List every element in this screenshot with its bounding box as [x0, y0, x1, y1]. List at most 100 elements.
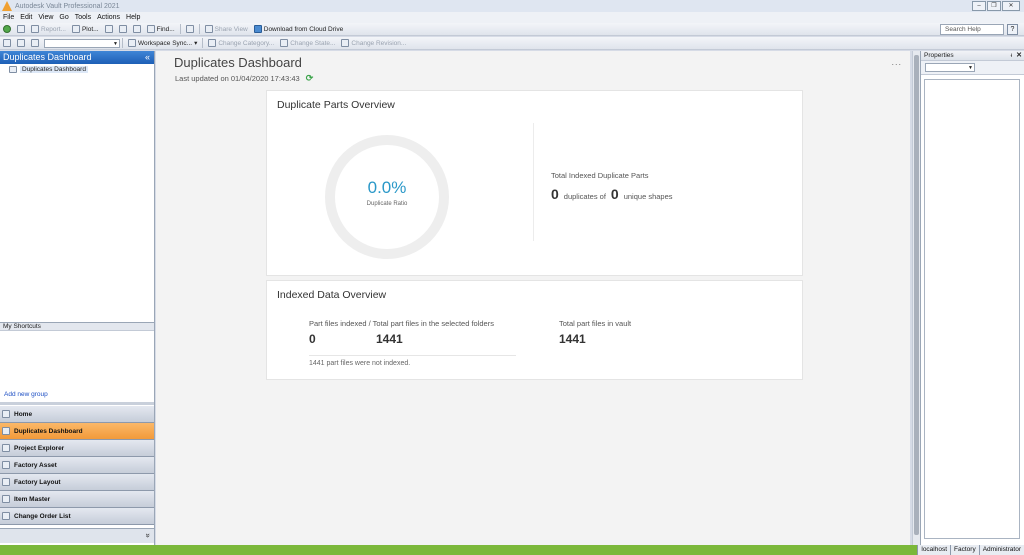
menu-edit[interactable]: Edit [20, 14, 32, 21]
address-combo[interactable] [44, 38, 120, 48]
paste-button[interactable] [130, 24, 144, 35]
close-pane-button[interactable]: ✕ [1016, 51, 1022, 61]
restore-button[interactable]: ❐ [987, 1, 1001, 11]
menu-file[interactable]: File [3, 14, 14, 21]
my-shortcuts-header: My Shortcuts [0, 322, 154, 331]
refresh-icon [3, 25, 11, 33]
forward-button[interactable] [14, 38, 28, 49]
download-cloud-button[interactable]: Download from Cloud Drive [251, 24, 346, 35]
new-button[interactable] [14, 24, 28, 35]
change-order-icon [2, 512, 10, 520]
toolbar-separator [179, 24, 181, 34]
navigation-pane: Duplicates Dashboard « Duplicates Dashbo… [0, 51, 155, 545]
explorer-icon [2, 444, 10, 452]
unique-count: 0 [610, 186, 619, 202]
duplicate-ratio-ring: 0.0% Duplicate Ratio [325, 135, 449, 259]
nav-factory-layout[interactable]: Factory Layout [0, 474, 154, 491]
menu-go[interactable]: Go [59, 14, 68, 21]
help-button[interactable]: ? [1007, 24, 1018, 35]
status-cells: localhost Factory Administrator [917, 545, 1024, 555]
copy-icon [118, 25, 127, 33]
refresh-button[interactable] [0, 24, 14, 35]
status-server: localhost [917, 545, 951, 555]
nav-project-explorer[interactable]: Project Explorer [0, 440, 154, 457]
new-icon [17, 25, 25, 33]
plot-button[interactable]: Plot... [69, 24, 102, 35]
card-title: Indexed Data Overview [277, 289, 387, 301]
back-arrow-icon [3, 39, 11, 47]
cloud-download-icon [253, 25, 262, 33]
menu-actions[interactable]: Actions [97, 14, 120, 21]
not-indexed-note: 1441 part files were not indexed. [309, 360, 411, 367]
dashboard-icon [9, 66, 17, 73]
cart-button[interactable] [183, 24, 197, 35]
nav-factory-asset[interactable]: Factory Asset [0, 457, 154, 474]
toolbar-separator [198, 24, 200, 34]
pin-icon[interactable]: ᵻ [1011, 51, 1012, 61]
status-bar: localhost Factory Administrator [0, 545, 1024, 555]
divider [533, 123, 534, 241]
up-button[interactable] [28, 38, 42, 49]
close-button[interactable]: ✕ [1002, 1, 1020, 11]
total-selected-count: 1441 [376, 332, 403, 346]
report-button[interactable]: Report... [28, 24, 69, 35]
search-help-input[interactable]: Search Help [940, 24, 1004, 35]
refresh-icon[interactable]: ⟳ [306, 73, 314, 84]
page-title: Duplicates Dashboard [174, 55, 302, 70]
menu-view[interactable]: View [38, 14, 53, 21]
revision-icon [341, 39, 350, 47]
duplicate-parts-overview-card: Duplicate Parts Overview 0.0% Duplicate … [266, 90, 803, 276]
divider [309, 355, 516, 356]
change-revision-button[interactable]: Change Revision... [338, 38, 409, 49]
share-view-button[interactable]: Share View [202, 24, 251, 35]
properties-grid [924, 79, 1020, 539]
pane-splitter[interactable] [0, 402, 154, 405]
indexed-count: 0 [309, 332, 316, 346]
workspace-sync-button[interactable]: Workspace Sync... ▾ [125, 38, 200, 49]
nav-home[interactable]: Home [0, 406, 154, 423]
find-button[interactable]: Find... [144, 24, 178, 35]
vault-logo-icon [2, 1, 12, 11]
tree-item-duplicates-dashboard[interactable]: Duplicates Dashboard [9, 66, 154, 73]
add-new-group-link[interactable]: Add new group [4, 391, 48, 398]
properties-combo[interactable] [925, 63, 975, 72]
last-updated: Last updated on 01/04/2020 17:43:43 ⟳ [175, 73, 314, 84]
collapse-pane-button[interactable]: « [145, 51, 150, 64]
item-master-icon [2, 495, 10, 503]
nav-overflow-button[interactable] [0, 528, 154, 543]
change-state-button[interactable]: Change State... [277, 38, 338, 49]
duplicate-ratio-label: Duplicate Ratio [366, 201, 408, 207]
nav-buttons: Home Duplicates Dashboard Project Explor… [0, 406, 154, 525]
plot-icon [71, 25, 80, 33]
back-button[interactable] [0, 38, 14, 49]
chevron-down-icon: ▾ [194, 40, 198, 47]
home-icon [2, 410, 10, 418]
navigation-toolbar: Workspace Sync...▾ Change Category... Ch… [0, 37, 1024, 50]
vertical-scrollbar[interactable] [912, 51, 920, 545]
duplicates-count: 0 [551, 186, 559, 202]
nav-change-order-list[interactable]: Change Order List [0, 508, 154, 525]
factory-layout-icon [2, 478, 10, 486]
print-button[interactable] [102, 24, 116, 35]
paste-icon [132, 25, 141, 33]
sync-icon [128, 39, 136, 47]
up-folder-icon [31, 39, 39, 47]
change-category-button[interactable]: Change Category... [205, 38, 277, 49]
status-vault: Factory [950, 545, 979, 555]
copy-button[interactable] [116, 24, 130, 35]
share-icon [204, 25, 213, 33]
nav-item-master[interactable]: Item Master [0, 491, 154, 508]
dashboard-icon [2, 427, 10, 435]
report-icon [31, 25, 39, 33]
menu-tools[interactable]: Tools [75, 14, 91, 21]
binoculars-icon [146, 25, 155, 33]
nav-pane-header: Duplicates Dashboard « [0, 51, 154, 64]
minimize-button[interactable]: – [972, 1, 986, 11]
window-title: Autodesk Vault Professional 2021 [15, 2, 120, 10]
vault-total-label: Total part files in vault [559, 319, 632, 328]
nav-duplicates-dashboard[interactable]: Duplicates Dashboard [0, 423, 154, 440]
menu-help[interactable]: Help [126, 14, 140, 21]
duplicates-summary: 0 duplicates of 0 unique shapes [551, 186, 673, 202]
scrollbar-thumb[interactable] [914, 55, 919, 535]
more-options-button[interactable]: ... [891, 57, 902, 67]
